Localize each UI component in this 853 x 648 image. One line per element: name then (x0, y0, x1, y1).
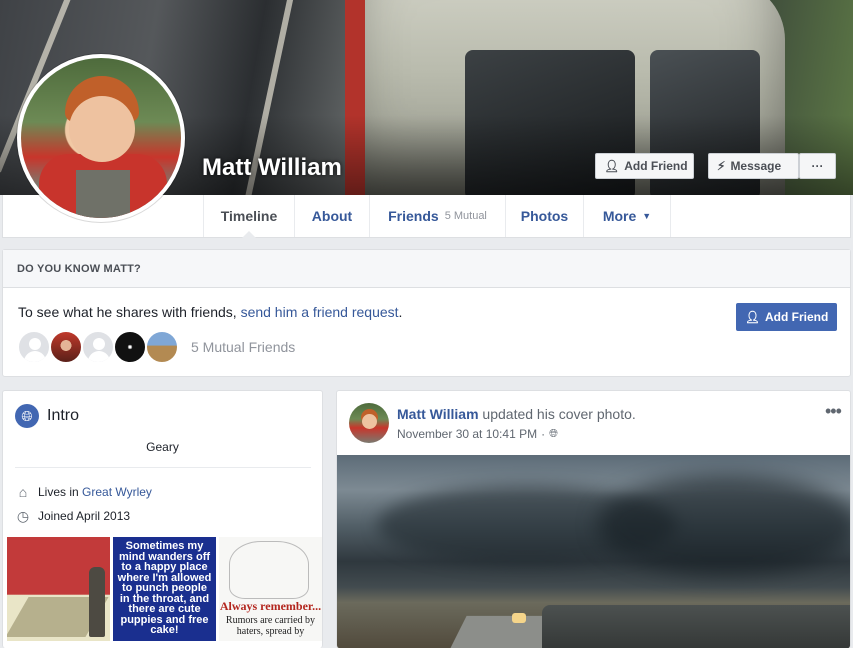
mutual-friend-avatar[interactable] (17, 330, 51, 364)
globe-icon: 🌐︎ (15, 404, 39, 428)
separator: · (541, 427, 546, 441)
tab-label: Timeline (220, 208, 278, 224)
do-you-know-card: DO YOU KNOW MATT? To see what he shares … (2, 249, 851, 377)
home-icon: ⌂ (18, 484, 28, 500)
post-header: Matt William updated his cover photo. (397, 406, 636, 422)
add-friend-button[interactable]: 👤︎ Add Friend (595, 153, 694, 179)
mutual-friend-avatar[interactable] (81, 330, 115, 364)
message-label: Message (730, 159, 782, 173)
avatar (21, 58, 181, 218)
post-timestamp[interactable]: November 30 at 10:41 PM (397, 427, 537, 441)
tab-label: More (602, 208, 637, 224)
mutual-friend-avatar[interactable] (113, 330, 147, 364)
photo-thumbnail[interactable] (7, 537, 110, 641)
mutual-count: 5 Mutual (444, 210, 487, 222)
mutual-friends-link[interactable]: 5 Mutual Friends (191, 339, 295, 355)
lives-in-row: ⌂ Lives in Great Wyrley (15, 484, 152, 500)
thumbnail-caption: Sometimes my mind wanders off to a happy… (117, 540, 212, 636)
card-heading: DO YOU KNOW MATT? (3, 250, 850, 288)
prompt-text: To see what he shares with friends, (18, 304, 241, 320)
prompt-suffix: . (398, 304, 403, 320)
tab-label: Friends (388, 208, 439, 224)
photo-thumbnails: Sometimes my mind wanders off to a happy… (7, 537, 322, 641)
thumbnail-caption: Rumors are carried by haters, spread by (225, 615, 316, 637)
intro-heading: 🌐︎ Intro (15, 404, 79, 428)
hometown-link[interactable]: Great Wyrley (82, 485, 152, 499)
friend-request-prompt: To see what he shares with friends, send… (18, 304, 402, 320)
joined-row: ◷ Joined April 2013 (15, 508, 130, 524)
tab-friends[interactable]: Friends 5 Mutual (370, 195, 506, 237)
joined-text: Joined April 2013 (38, 509, 131, 523)
add-friend-icon: 👤︎ (744, 310, 760, 324)
add-friend-icon: 👤︎ (604, 159, 620, 173)
more-dots-icon: ··· (811, 159, 824, 173)
add-friend-label: Add Friend (624, 159, 688, 173)
intro-title: Intro (47, 407, 80, 424)
profile-name[interactable]: Matt William (202, 154, 342, 182)
public-globe-icon[interactable]: 🌐︎ (549, 428, 558, 441)
post-author-link[interactable]: Matt William (397, 406, 479, 422)
chevron-down-icon: ▼ (642, 211, 652, 221)
tab-photos[interactable]: Photos (506, 195, 584, 237)
messenger-icon: ⚡︎ (717, 159, 726, 173)
tab-label: Photos (520, 208, 569, 224)
mutual-friends-row: 5 Mutual Friends (17, 330, 295, 364)
message-button[interactable]: ⚡︎ Message (708, 153, 799, 179)
post-action-text: updated his cover photo. (478, 406, 636, 422)
clock-icon: ◷ (16, 507, 30, 524)
intro-bio: Geary (146, 440, 179, 454)
post-author-avatar[interactable] (349, 403, 389, 443)
add-friend-label: Add Friend (764, 310, 829, 324)
intro-card: 🌐︎ Intro Geary ⌂ Lives in Great Wyrley ◷… (2, 390, 323, 648)
thumbnail-title: Always remember... (219, 599, 322, 613)
divider (15, 467, 311, 468)
active-tab-indicator (242, 231, 256, 238)
photo-thumbnail[interactable]: Always remember... Rumors are carried by… (219, 537, 322, 641)
tab-timeline[interactable]: Timeline (203, 195, 295, 238)
tab-more[interactable]: More ▼ (584, 195, 671, 237)
timeline-post: Matt William updated his cover photo. No… (336, 390, 851, 648)
send-friend-request-link[interactable]: send him a friend request (241, 304, 399, 320)
tab-about[interactable]: About (295, 195, 370, 237)
post-meta: November 30 at 10:41 PM · 🌐︎ (397, 427, 558, 441)
mutual-friend-avatar[interactable] (49, 330, 83, 364)
add-friend-primary-button[interactable]: 👤︎ Add Friend (736, 303, 837, 331)
post-options-button[interactable]: ••• (825, 401, 842, 422)
profile-picture[interactable] (17, 54, 185, 222)
photo-thumbnail[interactable]: Sometimes my mind wanders off to a happy… (113, 537, 216, 641)
lives-prefix: Lives in (38, 485, 83, 499)
more-options-button[interactable]: ··· (799, 153, 836, 179)
tab-label: About (311, 208, 353, 224)
post-photo[interactable] (337, 455, 850, 648)
mutual-friend-avatar[interactable] (145, 330, 179, 364)
